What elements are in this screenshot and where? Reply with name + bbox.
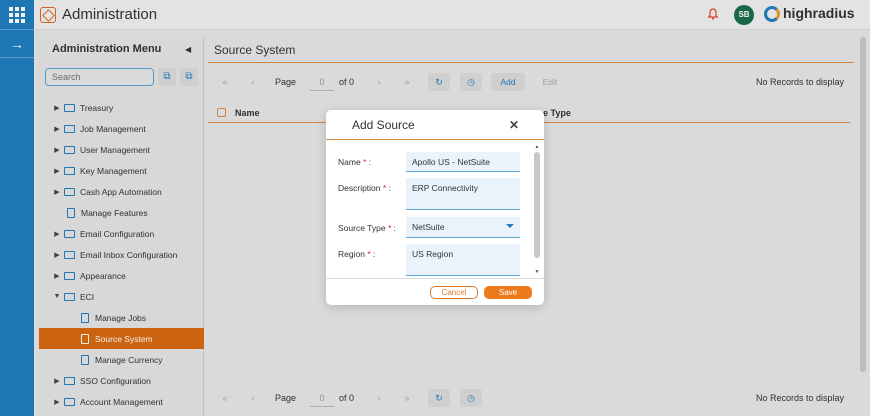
source-type-select[interactable]: NetSuite	[406, 217, 520, 238]
dialog-footer-divider	[326, 278, 544, 279]
close-icon[interactable]: ✕	[509, 118, 519, 132]
dropdown-arrow-icon[interactable]	[506, 224, 514, 228]
description-textarea[interactable]: ERP Connectivity	[406, 178, 520, 210]
scroll-down-icon[interactable]: ▼	[533, 269, 541, 275]
source-type-value: NetSuite	[412, 222, 445, 232]
add-source-dialog: Add Source ✕ Name * : Apollo US - NetSui…	[326, 110, 544, 305]
dialog-body: Name * : Apollo US - NetSuite Descriptio…	[326, 141, 544, 276]
dialog-scrollbar-thumb[interactable]	[534, 152, 540, 258]
source-type-label: Source Type * :	[338, 223, 396, 233]
dialog-title: Add Source	[352, 118, 415, 132]
region-label: Region * :	[338, 249, 376, 259]
dialog-title-divider	[326, 139, 544, 140]
name-label: Name * :	[338, 157, 372, 167]
cancel-button[interactable]: Cancel	[430, 286, 478, 299]
region-textarea[interactable]: US Region	[406, 244, 520, 276]
scroll-up-icon[interactable]: ▲	[533, 144, 541, 150]
description-label: Description * :	[338, 183, 391, 193]
name-input[interactable]: Apollo US - NetSuite	[406, 152, 520, 172]
dialog-scrollbar[interactable]: ▲ ▼	[533, 144, 541, 275]
save-button[interactable]: Save	[484, 286, 532, 299]
